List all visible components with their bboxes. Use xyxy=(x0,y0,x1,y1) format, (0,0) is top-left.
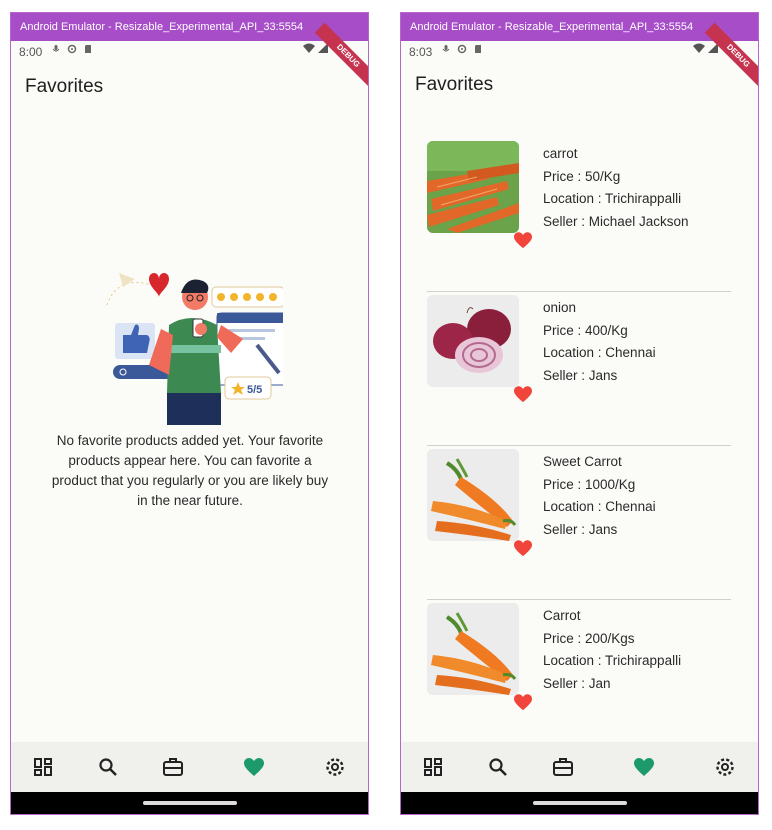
gear-icon[interactable] xyxy=(713,755,737,779)
status-bar: 8:00 xyxy=(11,41,368,63)
product-image xyxy=(427,603,519,695)
window-title: Android Emulator - Resizable_Experimenta… xyxy=(401,13,758,41)
empty-favorites-illustration: 5/5 xyxy=(106,273,283,425)
favorite-heart-icon[interactable] xyxy=(513,231,533,249)
list-item[interactable]: carrot Price : 50/Kg Location : Trichira… xyxy=(427,138,731,292)
list-item[interactable]: onion Price : 400/Kg Location : Chennai … xyxy=(427,292,731,446)
search-icon[interactable] xyxy=(486,755,510,779)
status-time: 8:03 xyxy=(409,45,433,59)
product-name: Carrot xyxy=(543,608,581,623)
product-image xyxy=(427,449,519,541)
product-seller: Seller : Jans xyxy=(543,521,618,537)
emulator-window-left: Android Emulator - Resizable_Experimenta… xyxy=(10,12,369,815)
product-location: Location : Trichirappalli xyxy=(543,653,682,668)
emulator-window-right: Android Emulator - Resizable_Experimenta… xyxy=(400,12,759,815)
bottom-navigation xyxy=(401,742,758,792)
favorites-list: carrot Price : 50/Kg Location : Trichira… xyxy=(427,138,731,754)
wifi-icon xyxy=(693,43,705,53)
briefcase-icon[interactable] xyxy=(161,755,185,779)
status-bar: 8:03 xyxy=(401,41,758,63)
dashboard-icon[interactable] xyxy=(421,755,445,779)
empty-state-message: No favorite products added yet. Your fav… xyxy=(51,433,329,508)
bottom-navigation xyxy=(11,742,368,792)
product-location: Location : Chennai xyxy=(543,345,656,360)
product-price: Price : 1000/Kg xyxy=(543,476,636,492)
product-name: onion xyxy=(543,300,577,315)
product-price: Price : 50/Kg xyxy=(543,168,621,184)
home-indicator[interactable] xyxy=(142,801,237,805)
mic-icon xyxy=(52,45,60,52)
product-location: Location : Trichirappalli xyxy=(543,191,682,206)
product-image xyxy=(427,141,519,233)
home-indicator[interactable] xyxy=(532,801,627,805)
product-name: carrot xyxy=(543,146,578,161)
product-seller: Seller : Jan xyxy=(543,675,611,691)
list-item[interactable]: Sweet Carrot Price : 1000/Kg Location : … xyxy=(427,446,731,600)
favorite-heart-icon[interactable] xyxy=(513,539,533,557)
search-icon[interactable] xyxy=(96,755,120,779)
wifi-icon xyxy=(303,43,315,53)
product-price: Price : 200/Kgs xyxy=(543,630,635,646)
briefcase-icon[interactable] xyxy=(551,755,575,779)
product-seller: Seller : Michael Jackson xyxy=(543,213,689,229)
favorite-heart-icon[interactable] xyxy=(513,385,533,403)
settings-status-icon xyxy=(457,44,467,54)
sd-card-icon xyxy=(475,45,481,53)
settings-status-icon xyxy=(67,44,77,54)
page-title: Favorites xyxy=(415,74,494,95)
list-item[interactable]: Carrot Price : 200/Kgs Location : Trichi… xyxy=(427,600,731,754)
status-time: 8:00 xyxy=(19,45,43,59)
dashboard-icon[interactable] xyxy=(31,755,55,779)
product-name: Sweet Carrot xyxy=(543,454,622,469)
mic-icon xyxy=(442,45,450,52)
product-image xyxy=(427,295,519,387)
illustration-rating: 5/5 xyxy=(247,384,262,396)
window-title: Android Emulator - Resizable_Experimenta… xyxy=(11,13,368,41)
favorite-heart-icon[interactable] xyxy=(513,693,533,711)
system-nav-bar xyxy=(401,792,758,814)
gear-icon[interactable] xyxy=(323,755,347,779)
page-title: Favorites xyxy=(25,76,104,97)
product-price: Price : 400/Kg xyxy=(543,322,628,338)
product-seller: Seller : Jans xyxy=(543,367,618,383)
heart-icon[interactable] xyxy=(242,755,266,779)
heart-icon[interactable] xyxy=(632,755,656,779)
sd-card-icon xyxy=(85,45,91,53)
product-location: Location : Chennai xyxy=(543,499,656,514)
system-nav-bar xyxy=(11,792,368,814)
